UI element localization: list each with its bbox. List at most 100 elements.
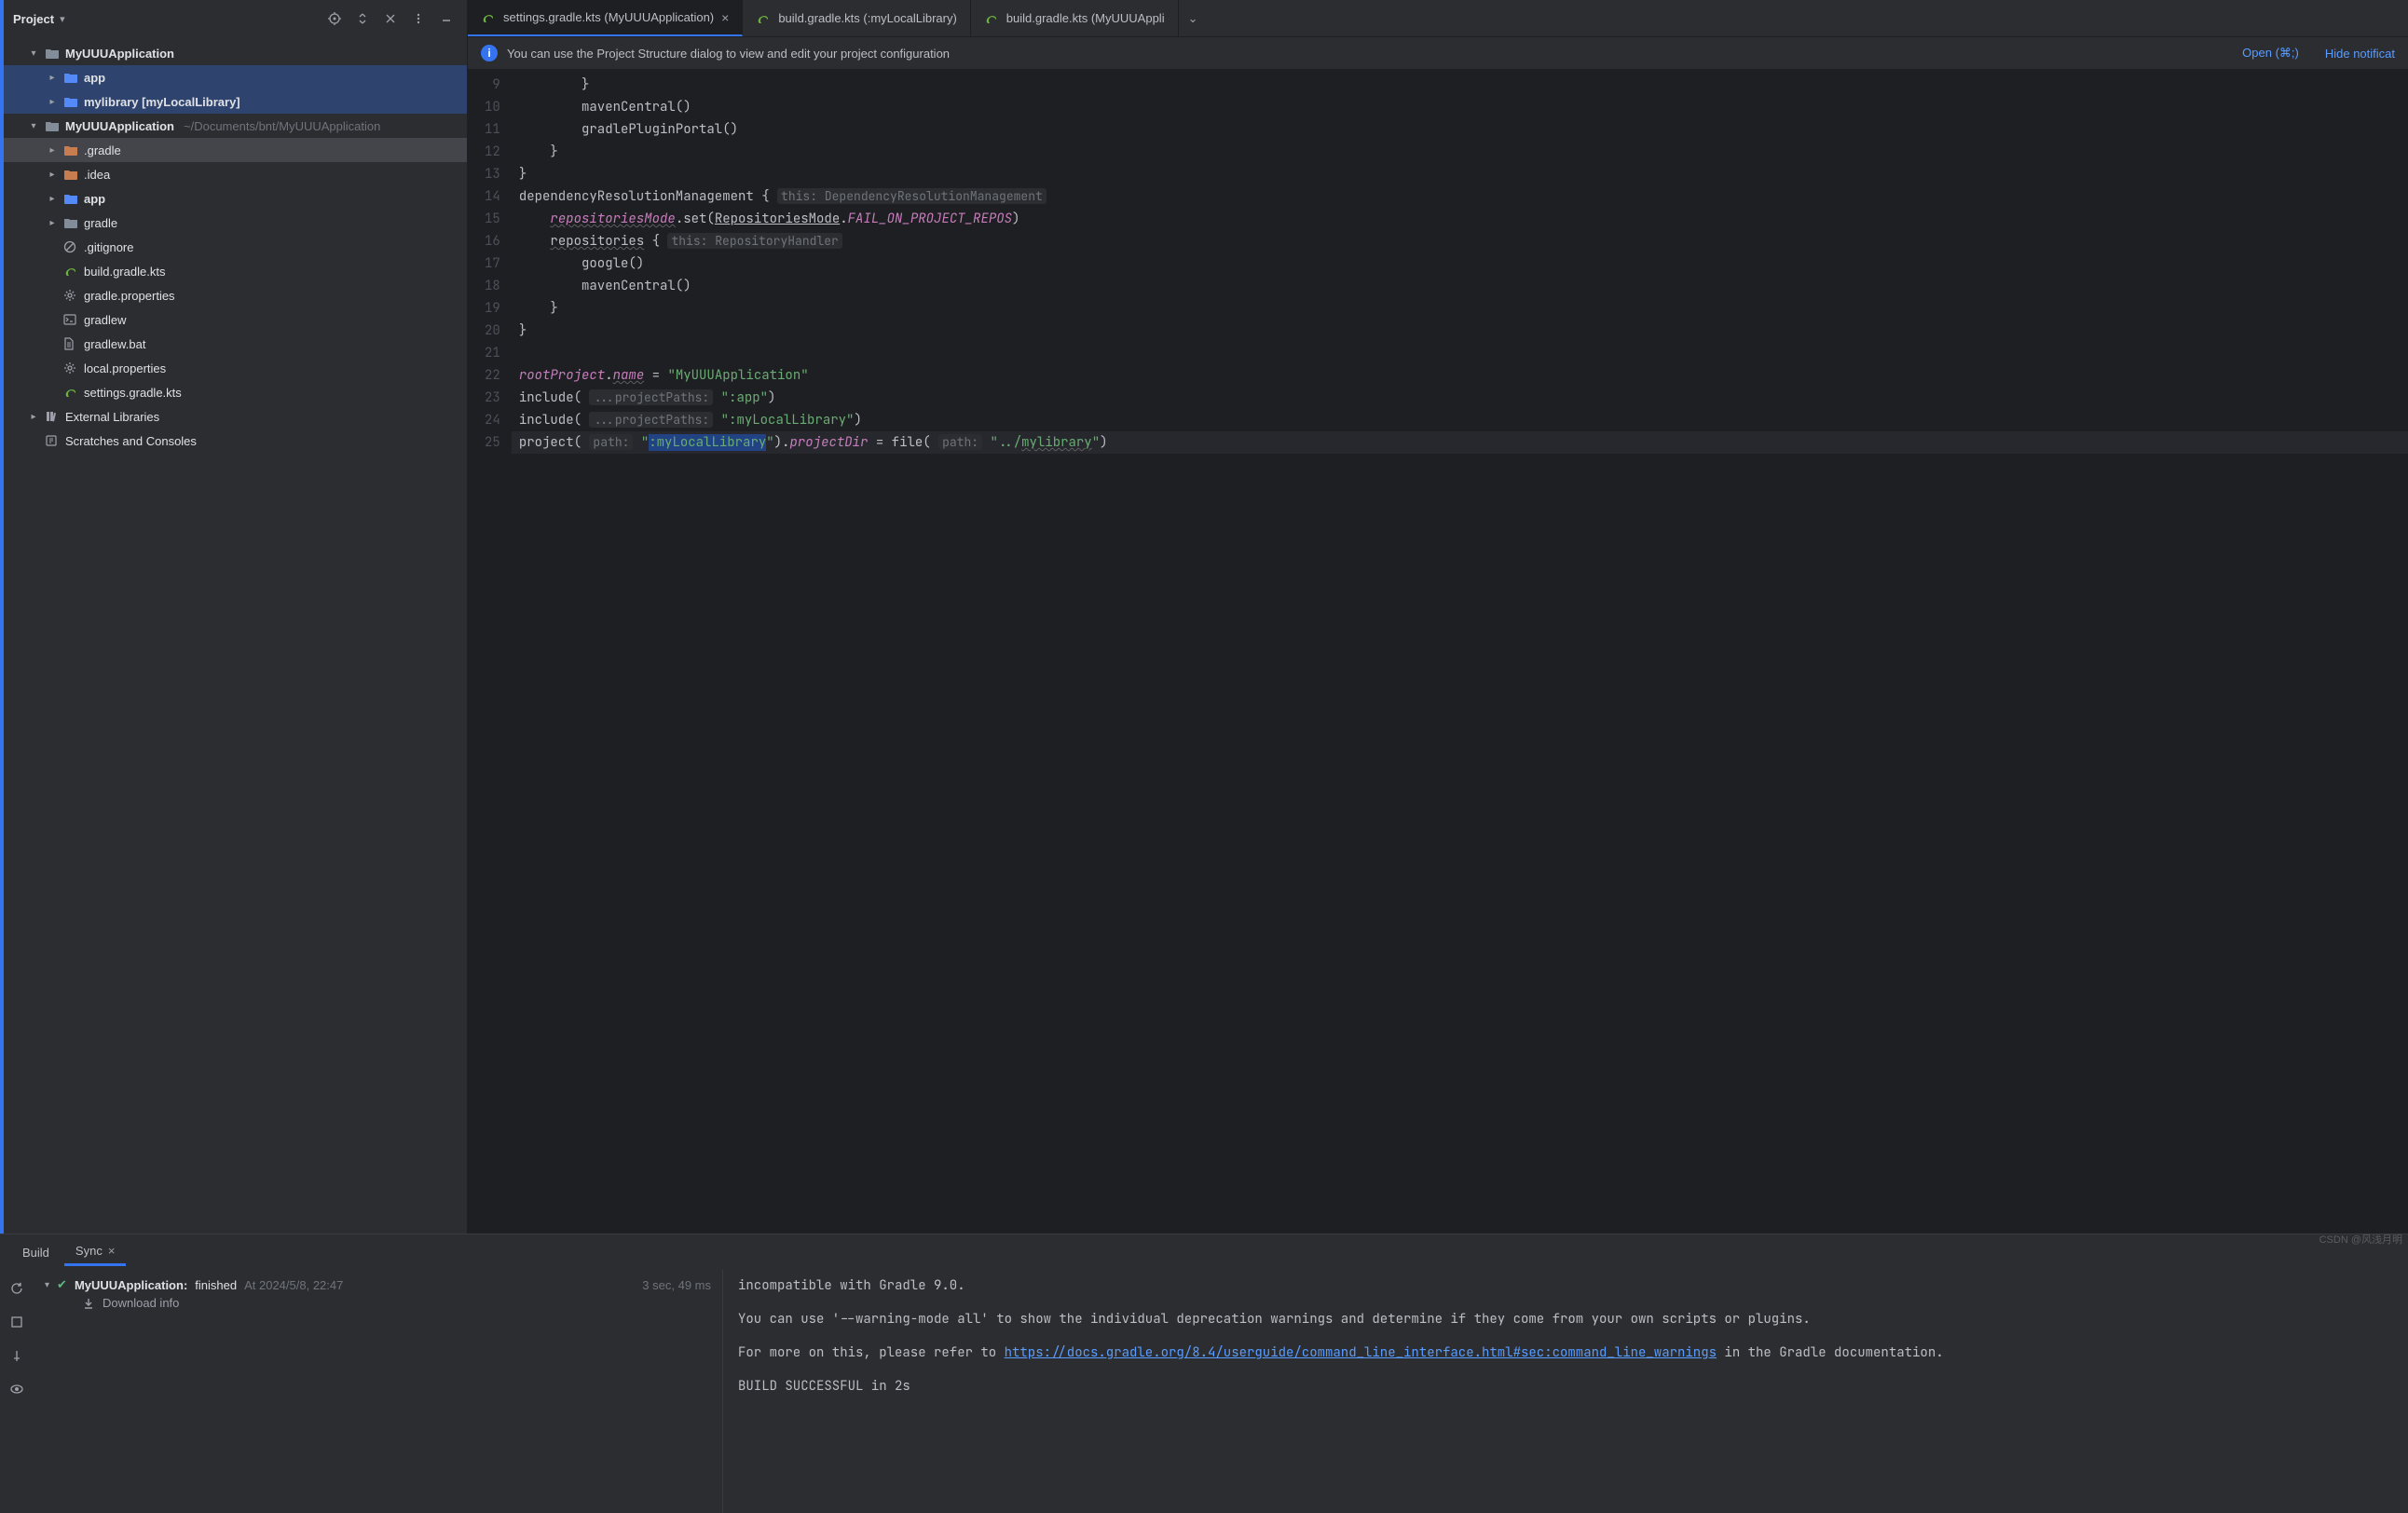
- editor-tab[interactable]: settings.gradle.kts (MyUUUApplication) ×: [468, 0, 743, 36]
- tree-arrow-icon[interactable]: ▸: [45, 73, 60, 83]
- gradle-icon: [481, 11, 496, 24]
- code-line[interactable]: }: [512, 163, 2408, 185]
- code-line[interactable]: rootProject.name = "MyUUUApplication": [512, 364, 2408, 387]
- tree-item[interactable]: ▸ .idea: [4, 162, 467, 186]
- code-line[interactable]: google(): [512, 252, 2408, 275]
- tree-item[interactable]: ▾ MyUUUApplication ~/Documents/bnt/MyUUU…: [4, 114, 467, 138]
- code-line[interactable]: repositoriesMode.set(RepositoriesMode.FA…: [512, 208, 2408, 230]
- tree-item[interactable]: ▸ app: [4, 65, 467, 89]
- download-info-row[interactable]: Download info: [45, 1296, 711, 1310]
- refresh-icon[interactable]: [6, 1277, 28, 1300]
- build-output[interactable]: incompatible with Gradle 9.0. You can us…: [723, 1270, 2408, 1513]
- tree-item[interactable]: build.gradle.kts: [4, 259, 467, 283]
- build-status: finished: [195, 1278, 237, 1292]
- folder-icon: [63, 216, 80, 229]
- build-duration: 3 sec, 49 ms: [642, 1278, 711, 1292]
- watermark: CSDN @风浅月明: [2319, 1232, 2402, 1247]
- tree-item[interactable]: gradle.properties: [4, 283, 467, 307]
- pin-icon[interactable]: [6, 1344, 28, 1367]
- chevron-down-icon[interactable]: ▾: [60, 13, 65, 25]
- editor-tab[interactable]: build.gradle.kts (:myLocalLibrary): [743, 0, 970, 36]
- open-structure-link[interactable]: Open (⌘;): [2242, 46, 2299, 61]
- folder-icon: [45, 47, 62, 60]
- tree-label: app: [84, 192, 105, 206]
- view-icon[interactable]: [6, 1378, 28, 1400]
- tree-item[interactable]: ▸ app: [4, 186, 467, 211]
- tree-item[interactable]: gradlew.bat: [4, 332, 467, 356]
- sync-tab[interactable]: Sync ×: [64, 1238, 127, 1266]
- expand-icon[interactable]: [351, 7, 374, 30]
- code-line[interactable]: }: [512, 320, 2408, 342]
- tree-item[interactable]: settings.gradle.kts: [4, 380, 467, 404]
- build-tab[interactable]: Build: [11, 1240, 61, 1265]
- close-icon[interactable]: ×: [721, 10, 729, 25]
- lib-icon: [45, 410, 62, 423]
- tab-label: build.gradle.kts (:myLocalLibrary): [778, 11, 956, 25]
- tree-sublabel: ~/Documents/bnt/MyUUUApplication: [184, 119, 380, 133]
- code-line[interactable]: }: [512, 297, 2408, 320]
- code-line[interactable]: dependencyResolutionManagement { this: D…: [512, 185, 2408, 208]
- stop-icon[interactable]: [6, 1311, 28, 1333]
- code-line[interactable]: include( ...projectPaths: ":myLocalLibra…: [512, 409, 2408, 431]
- code-line[interactable]: repositories { this: RepositoryHandler: [512, 230, 2408, 252]
- code-line[interactable]: mavenCentral(): [512, 275, 2408, 297]
- tree-arrow-icon[interactable]: ▸: [45, 97, 60, 107]
- tree-label: Scratches and Consoles: [65, 434, 197, 448]
- tree-item[interactable]: ▸ .gradle: [4, 138, 467, 162]
- tree-arrow-icon[interactable]: ▸: [26, 412, 41, 422]
- tab-dropdown-icon[interactable]: ⌄: [1179, 11, 1208, 26]
- tree-arrow-icon[interactable]: ▾: [26, 48, 41, 59]
- build-tree[interactable]: ▾ ✔ MyUUUApplication: finished At 2024/5…: [34, 1270, 723, 1513]
- tree-arrow-icon[interactable]: ▾: [26, 121, 41, 131]
- tree-item[interactable]: Scratches and Consoles: [4, 429, 467, 453]
- tree-arrow-icon[interactable]: ▸: [45, 218, 60, 228]
- build-at: At 2024/5/8, 22:47: [244, 1278, 343, 1292]
- sidebar-header: Project ▾: [4, 0, 467, 37]
- tree-label: .idea: [84, 168, 110, 182]
- code-line[interactable]: project( path: ":myLocalLibrary").projec…: [512, 431, 2408, 454]
- tree-label: gradle.properties: [84, 289, 175, 303]
- close-icon[interactable]: ×: [108, 1244, 116, 1258]
- collapse-icon[interactable]: [379, 7, 402, 30]
- code-content[interactable]: } mavenCentral() gradlePluginPortal() }}…: [512, 70, 2408, 1234]
- tree-arrow-icon[interactable]: ▸: [45, 194, 60, 204]
- project-sidebar: Project ▾ ▾: [0, 0, 468, 1234]
- code-line[interactable]: gradlePluginPortal(): [512, 118, 2408, 141]
- tree-item[interactable]: local.properties: [4, 356, 467, 380]
- hide-notification-link[interactable]: Hide notificat: [2325, 47, 2395, 61]
- tree-item[interactable]: gradlew: [4, 307, 467, 332]
- tree-item[interactable]: ▸ gradle: [4, 211, 467, 235]
- tree-arrow-icon[interactable]: ▸: [45, 170, 60, 180]
- editor-tab[interactable]: build.gradle.kts (MyUUUAppli: [971, 0, 1179, 36]
- build-result-row[interactable]: ▾ ✔ MyUUUApplication: finished At 2024/5…: [45, 1277, 711, 1292]
- tree-label: mylibrary [myLocalLibrary]: [84, 95, 240, 109]
- code-line[interactable]: mavenCentral(): [512, 96, 2408, 118]
- download-icon: [82, 1297, 95, 1310]
- tree-label: gradlew.bat: [84, 337, 146, 351]
- code-line[interactable]: [512, 342, 2408, 364]
- tab-bar: settings.gradle.kts (MyUUUApplication) ×…: [468, 0, 2408, 37]
- module-icon: [63, 71, 80, 84]
- tree-item[interactable]: .gitignore: [4, 235, 467, 259]
- gradle-icon: [63, 386, 80, 399]
- code-editor[interactable]: 910111213141516171819202122232425 } mave…: [468, 70, 2408, 1234]
- code-line[interactable]: }: [512, 141, 2408, 163]
- tree-label: .gradle: [84, 143, 121, 157]
- build-project-name: MyUUUApplication:: [75, 1278, 187, 1292]
- folder-dot-icon: [63, 143, 80, 157]
- project-tree[interactable]: ▾ MyUUUApplication ▸ app ▸ mylibrary [my…: [4, 37, 467, 1234]
- tree-item[interactable]: ▸ External Libraries: [4, 404, 467, 429]
- terminal-icon: [63, 314, 80, 325]
- more-icon[interactable]: [407, 7, 430, 30]
- line-gutter: 910111213141516171819202122232425: [468, 70, 512, 1234]
- minimize-icon[interactable]: [435, 7, 458, 30]
- tree-item[interactable]: ▸ mylibrary [myLocalLibrary]: [4, 89, 467, 114]
- tree-arrow-icon[interactable]: ▸: [45, 145, 60, 156]
- docs-link[interactable]: https://docs.gradle.org/8.4/userguide/co…: [1005, 1344, 1717, 1361]
- code-line[interactable]: include( ...projectPaths: ":app"): [512, 387, 2408, 409]
- locate-icon[interactable]: [323, 7, 346, 30]
- build-tabs: Build Sync ×: [0, 1234, 2408, 1270]
- editor-area: settings.gradle.kts (MyUUUApplication) ×…: [468, 0, 2408, 1234]
- tree-item[interactable]: ▾ MyUUUApplication: [4, 41, 467, 65]
- code-line[interactable]: }: [512, 74, 2408, 96]
